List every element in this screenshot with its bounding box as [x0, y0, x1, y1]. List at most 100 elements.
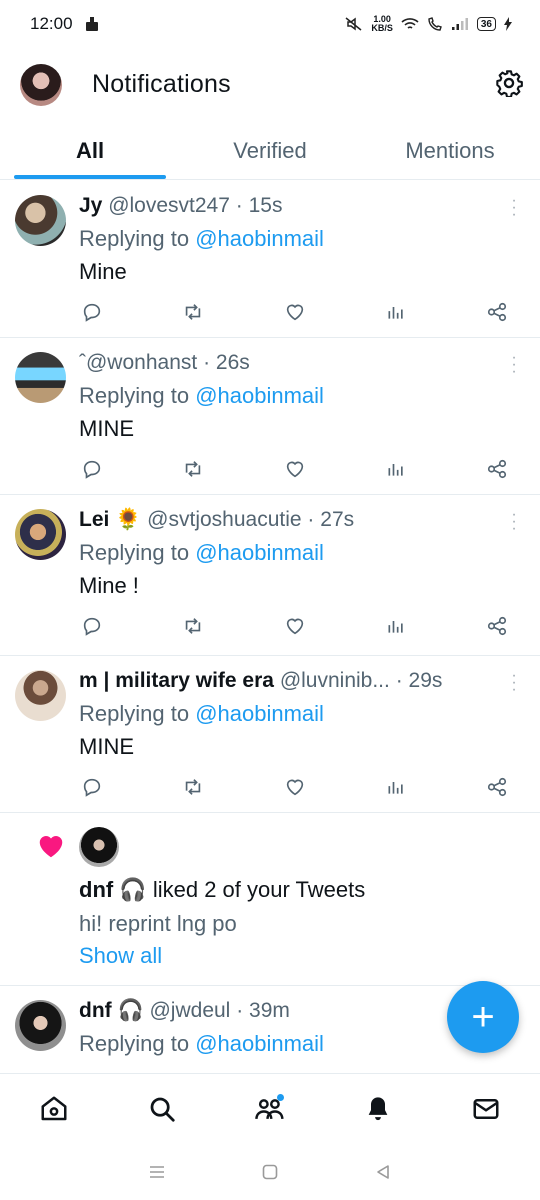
replying-to: Replying to @haobinmail	[79, 383, 324, 408]
user-handle[interactable]: @jwdeul	[149, 999, 230, 1022]
timestamp: 26s	[215, 351, 250, 374]
mention-link[interactable]: @haobinmail	[195, 701, 324, 726]
more-options-button[interactable]: · · ·	[508, 668, 520, 698]
user-handle[interactable]: @luvninib...	[280, 669, 390, 692]
retweet-button[interactable]	[180, 613, 206, 639]
tweet-text: MINE	[79, 734, 134, 759]
share-icon	[487, 777, 507, 797]
reply-icon	[83, 460, 101, 479]
reply-icon	[83, 303, 101, 322]
share-icon	[487, 616, 507, 636]
user-handle[interactable]: @lovesvt247	[108, 194, 230, 217]
like-button[interactable]	[282, 456, 308, 482]
heart-outline-icon	[286, 779, 303, 796]
home-square-icon[interactable]	[261, 1163, 279, 1181]
tweet-actions	[79, 613, 510, 639]
reply-icon	[83, 617, 101, 636]
notification-app-icon	[85, 17, 98, 31]
retweet-icon	[186, 618, 201, 634]
more-options-button[interactable]: · · ·	[508, 507, 520, 537]
clock: 12:00	[30, 14, 73, 33]
retweet-button[interactable]	[180, 299, 206, 325]
nav-communities[interactable]	[250, 1089, 290, 1129]
tab-all[interactable]: All	[0, 122, 180, 179]
more-options-button[interactable]: · · ·	[508, 350, 520, 380]
reply-button[interactable]	[79, 299, 105, 325]
display-name[interactable]: dnf 🎧	[79, 999, 144, 1022]
mention-link[interactable]: @haobinmail	[195, 226, 324, 251]
views-button[interactable]	[383, 456, 409, 482]
like-action-text: liked 2 of your Tweets	[152, 877, 366, 902]
avatar[interactable]	[15, 352, 66, 403]
heart-outline-icon	[286, 461, 303, 478]
nav-home[interactable]	[34, 1089, 74, 1129]
share-button[interactable]	[484, 774, 510, 800]
settings-button[interactable]	[494, 68, 524, 98]
user-handle[interactable]: ˆ@wonhanst	[79, 351, 197, 374]
like-summary: dnf 🎧 liked 2 of your Tweets	[79, 877, 365, 903]
display-name[interactable]: m | military wife era	[79, 669, 274, 692]
system-navigation	[0, 1143, 540, 1200]
retweet-button[interactable]	[180, 774, 206, 800]
tweet-header: Jy @lovesvt247 · 15s	[79, 194, 283, 217]
timestamp: 27s	[320, 508, 355, 531]
display-name[interactable]: dnf 🎧	[79, 877, 147, 902]
notification-feed[interactable]: Jy @lovesvt247 · 15s · · · Replying to @ha…	[0, 181, 540, 1073]
retweet-button[interactable]	[180, 456, 206, 482]
nav-search[interactable]	[142, 1089, 182, 1129]
views-button[interactable]	[383, 774, 409, 800]
avatar[interactable]	[79, 827, 119, 867]
tab-verified[interactable]: Verified	[180, 122, 360, 179]
analytics-icon	[388, 621, 403, 633]
analytics-icon	[388, 782, 403, 794]
reply-tweet[interactable]: m | military wife era @luvninib... · 29s…	[0, 656, 540, 813]
like-notification[interactable]: dnf 🎧 liked 2 of your Tweets hi! reprint…	[0, 813, 540, 986]
tweet-header: m | military wife era @luvninib... · 29s	[79, 669, 443, 692]
reply-button[interactable]	[79, 456, 105, 482]
share-button[interactable]	[484, 299, 510, 325]
back-icon[interactable]	[374, 1163, 392, 1181]
reply-tweet[interactable]: ˆ@wonhanst · 26s · · · Replying to @haobin…	[0, 338, 540, 495]
like-button[interactable]	[282, 613, 308, 639]
user-handle[interactable]: @svtjoshuacutie	[147, 508, 301, 531]
call-icon	[428, 17, 442, 31]
nav-messages[interactable]	[466, 1089, 506, 1129]
bottom-navigation	[0, 1073, 540, 1143]
display-name[interactable]: Lei 🌻	[79, 508, 141, 531]
avatar[interactable]	[15, 670, 66, 721]
tweet-header: Lei 🌻 @svtjoshuacutie · 27s	[79, 508, 355, 531]
like-button[interactable]	[282, 774, 308, 800]
avatar[interactable]	[15, 1000, 66, 1051]
menu-icon[interactable]	[148, 1164, 166, 1180]
reply-button[interactable]	[79, 774, 105, 800]
replying-to: Replying to @haobinmail	[79, 701, 324, 726]
mention-link[interactable]: @haobinmail	[195, 383, 324, 408]
mention-link[interactable]: @haobinmail	[195, 540, 324, 565]
mention-link[interactable]: @haobinmail	[195, 1031, 324, 1056]
retweet-icon	[186, 779, 201, 795]
views-button[interactable]	[383, 613, 409, 639]
share-button[interactable]	[484, 613, 510, 639]
wifi-icon	[401, 18, 419, 29]
reply-tweet[interactable]: Jy @lovesvt247 · 15s · · · Replying to @ha…	[0, 181, 540, 338]
display-name[interactable]: Jy	[79, 194, 102, 217]
like-button[interactable]	[282, 299, 308, 325]
tab-mentions[interactable]: Mentions	[360, 122, 540, 179]
analytics-icon	[388, 464, 403, 476]
heart-outline-icon	[286, 304, 303, 321]
compose-tweet-button[interactable]: +	[447, 981, 519, 1053]
share-button[interactable]	[484, 456, 510, 482]
reply-button[interactable]	[79, 613, 105, 639]
avatar[interactable]	[15, 509, 66, 560]
replying-to: Replying to @haobinmail	[79, 226, 324, 251]
profile-avatar[interactable]	[20, 64, 62, 106]
nav-notifications[interactable]	[358, 1089, 398, 1129]
more-options-button[interactable]: · · ·	[508, 193, 520, 223]
views-button[interactable]	[383, 299, 409, 325]
timestamp: 39m	[249, 999, 290, 1022]
signal-icon	[451, 18, 468, 30]
battery-indicator: 36	[476, 17, 496, 31]
reply-tweet[interactable]: Lei 🌻 @svtjoshuacutie · 27s · · · Replying…	[0, 495, 540, 656]
avatar[interactable]	[15, 195, 66, 246]
show-all-link[interactable]: Show all	[79, 943, 162, 969]
